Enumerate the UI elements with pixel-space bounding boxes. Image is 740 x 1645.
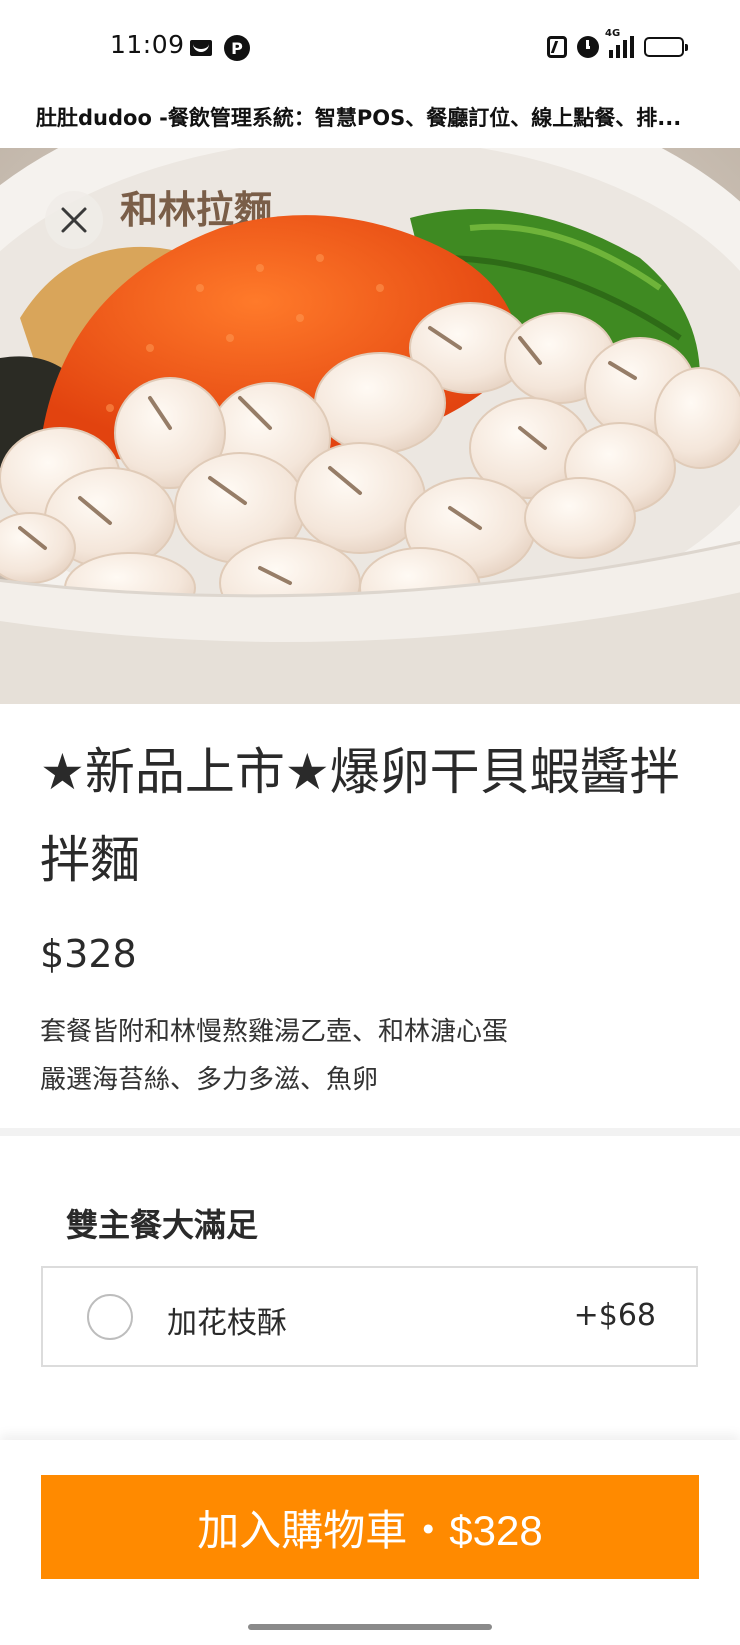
option-label: 加花枝酥 xyxy=(167,1306,287,1341)
page-title: 肚肚dudoo -餐飲管理系統：智慧POS、餐廳訂位、線上點餐、排... xyxy=(36,106,682,130)
battery-icon xyxy=(644,37,688,57)
add-to-cart-button[interactable]: 加入購物車・$328 xyxy=(41,1475,699,1579)
product-description: 套餐皆附和林慢熬雞湯乙壺、和林溏心蛋 嚴選海苔絲、多力多滋、魚卵 xyxy=(40,1017,509,1095)
radio-button[interactable] xyxy=(87,1294,133,1340)
close-icon xyxy=(61,207,87,233)
option-group-title: 雙主餐大滿足 xyxy=(66,1206,259,1244)
page-title-bar: 肚肚dudoo -餐飲管理系統：智慧POS、餐廳訂位、線上點餐、排... xyxy=(0,92,740,149)
product-name: ★新品上市★爆卵干貝蝦醬拌拌麵 xyxy=(40,743,680,889)
status-left-icons: P xyxy=(190,35,250,61)
alarm-icon xyxy=(577,36,599,58)
nfc-icon xyxy=(547,36,567,58)
home-indicator[interactable] xyxy=(248,1624,492,1630)
mail-icon xyxy=(190,40,212,56)
status-bar: 11:09 P 4G xyxy=(0,0,740,92)
status-right-icons: 4G xyxy=(547,28,688,58)
signal-4g-icon: 4G xyxy=(605,28,634,58)
option-price: +$68 xyxy=(573,1298,656,1333)
product-photo: 和林拉麵 xyxy=(0,148,740,704)
network-type: 4G xyxy=(605,28,621,39)
parking-p-icon: P xyxy=(224,35,250,61)
close-button[interactable] xyxy=(45,191,103,249)
status-time: 11:09 xyxy=(110,30,185,59)
option-item-squid-cake[interactable]: 加花枝酥 +$68 xyxy=(41,1266,698,1367)
section-divider xyxy=(0,1128,740,1136)
product-photo-illustration: 和林拉麵 xyxy=(0,148,740,704)
product-price: $328 xyxy=(40,932,137,976)
